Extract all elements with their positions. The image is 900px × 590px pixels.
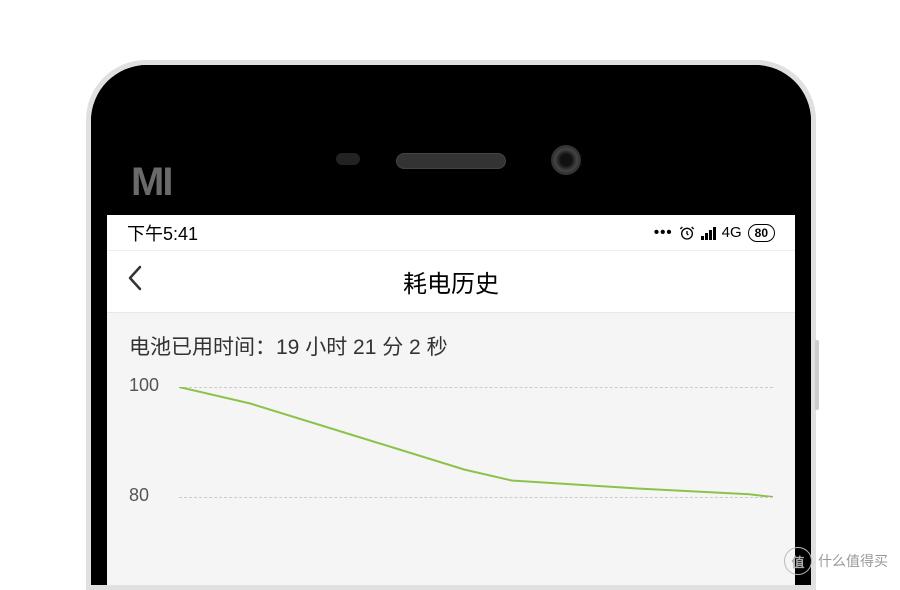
y-tick-100: 100 (129, 375, 159, 396)
back-button[interactable] (127, 264, 143, 299)
watermark-icon: 值 (784, 547, 812, 575)
watermark: 值 什么值得买 (784, 547, 888, 575)
proximity-sensor (336, 153, 360, 165)
network-label: 4G (722, 224, 742, 241)
more-icon: ••• (654, 224, 673, 241)
phone-body: MI 下午5:41 ••• 4G 80 (91, 65, 811, 585)
grid-line (179, 497, 773, 498)
watermark-text: 什么值得买 (818, 551, 888, 571)
signal-icon (701, 226, 716, 240)
status-right: ••• 4G 80 (654, 224, 775, 242)
page-title: 耗电历史 (107, 264, 795, 299)
screen: 下午5:41 ••• 4G 80 (107, 215, 795, 585)
battery-chart: 100 80 (129, 379, 773, 519)
earpiece-speaker (396, 153, 506, 169)
chart-line (179, 387, 773, 497)
status-time: 下午5:41 (127, 220, 198, 246)
y-tick-80: 80 (129, 485, 149, 506)
nav-bar: 耗电历史 (107, 251, 795, 313)
battery-usage-label: 电池已用时间：19 小时 21 分 2 秒 (129, 331, 773, 361)
content-area: 电池已用时间：19 小时 21 分 2 秒 100 80 (107, 313, 795, 585)
alarm-icon (679, 225, 695, 241)
phone-bezel-top: MI (91, 65, 811, 215)
battery-indicator: 80 (748, 224, 775, 242)
front-camera (551, 145, 581, 175)
mi-logo: MI (131, 160, 171, 205)
status-bar: 下午5:41 ••• 4G 80 (107, 215, 795, 251)
power-button (815, 340, 819, 410)
phone-frame: MI 下午5:41 ••• 4G 80 (86, 60, 816, 590)
